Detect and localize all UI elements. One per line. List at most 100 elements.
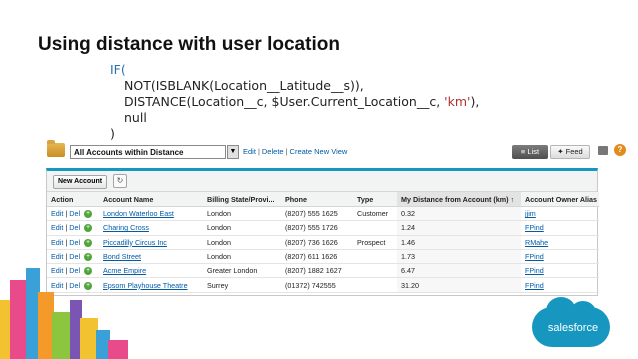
cell-type bbox=[353, 263, 397, 279]
list-header-bar: New Account ↻ bbox=[47, 171, 597, 192]
formula-line-1: IF( bbox=[110, 62, 126, 77]
add-icon[interactable]: + bbox=[84, 281, 93, 290]
cell-billing-state: Surrey bbox=[203, 277, 281, 293]
cell-account-name: Bond Street bbox=[99, 249, 203, 265]
slide-title: Using distance with user location bbox=[38, 34, 340, 55]
create-view-link[interactable]: Create New View bbox=[290, 147, 348, 156]
cell-account-name: Piccadilly Circus Inc bbox=[99, 235, 203, 250]
account-name-link[interactable]: Charing Cross bbox=[103, 223, 149, 232]
building-shape bbox=[52, 312, 72, 359]
owner-link[interactable]: FPind bbox=[525, 266, 544, 275]
cell-account-name: Acme Empire bbox=[99, 263, 203, 279]
account-name-link[interactable]: Acme Empire bbox=[103, 266, 146, 275]
list-button-label: List bbox=[527, 147, 540, 156]
owner-link[interactable]: jjim bbox=[525, 209, 536, 218]
view-select[interactable]: All Accounts within Distance bbox=[70, 145, 226, 159]
add-icon[interactable]: + bbox=[84, 224, 93, 233]
formula-line-4: null bbox=[124, 110, 147, 125]
delete-link[interactable]: Del bbox=[69, 238, 80, 247]
chevron-down-icon[interactable]: ▼ bbox=[227, 145, 239, 159]
column-header-type[interactable]: Type bbox=[353, 192, 397, 207]
cell-phone: (01372) 742555 bbox=[281, 277, 353, 293]
account-name-link[interactable]: Piccadilly Circus Inc bbox=[103, 238, 167, 247]
delete-link[interactable]: Del bbox=[69, 223, 80, 232]
owner-link[interactable]: FPind bbox=[525, 223, 544, 232]
accounts-table: Action Account Name Billing State/Provi.… bbox=[47, 192, 599, 293]
feed-button-label: Feed bbox=[565, 147, 583, 156]
edit-link[interactable]: Edit bbox=[51, 281, 63, 290]
row-actions: Edit | Del + bbox=[47, 220, 99, 236]
row-actions: Edit | Del + bbox=[47, 263, 99, 279]
cell-billing-state: London bbox=[203, 235, 281, 250]
edit-view-link[interactable]: Edit bbox=[243, 147, 256, 156]
add-icon[interactable]: + bbox=[84, 267, 93, 276]
feed-button[interactable]: ✦ Feed bbox=[550, 145, 590, 159]
delete-link[interactable]: Del bbox=[69, 281, 80, 290]
cell-phone: (8207) 736 1626 bbox=[281, 235, 353, 250]
table-row: Edit | Del + Charing Cross London (8207)… bbox=[47, 220, 599, 236]
delete-link[interactable]: Del bbox=[69, 209, 80, 218]
cell-phone: (8207) 1882 1627 bbox=[281, 263, 353, 279]
cell-account-name: Epsom Playhouse Theatre bbox=[99, 277, 203, 293]
formula-line-2: NOT(ISBLANK(Location__Latitude__s)), bbox=[124, 78, 364, 93]
view-links: Edit | Delete | Create New View bbox=[243, 147, 348, 156]
owner-link[interactable]: FPind bbox=[525, 252, 544, 261]
help-icon[interactable]: ? bbox=[614, 144, 626, 156]
add-icon[interactable]: + bbox=[84, 238, 93, 247]
cell-type: Customer bbox=[353, 206, 397, 222]
edit-link[interactable]: Edit bbox=[51, 252, 63, 261]
printer-icon[interactable] bbox=[598, 146, 608, 155]
cell-phone: (8207) 555 1726 bbox=[281, 220, 353, 236]
cell-distance: 1.24 bbox=[397, 220, 521, 236]
edit-link[interactable]: Edit bbox=[51, 266, 63, 275]
column-header-phone[interactable]: Phone bbox=[281, 192, 353, 207]
column-header-account-name[interactable]: Account Name bbox=[99, 192, 203, 207]
account-name-link[interactable]: Epsom Playhouse Theatre bbox=[103, 281, 188, 290]
table-row: Edit | Del + Bond Street London (8207) 6… bbox=[47, 249, 599, 265]
cell-type: Prospect bbox=[353, 235, 397, 250]
table-row: Edit | Del + Piccadilly Circus Inc Londo… bbox=[47, 235, 599, 250]
edit-link[interactable]: Edit bbox=[51, 223, 63, 232]
cell-owner: FPind bbox=[521, 220, 599, 236]
add-icon[interactable]: + bbox=[84, 210, 93, 219]
cell-owner: FPind bbox=[521, 249, 599, 265]
account-name-link[interactable]: London Waterloo East bbox=[103, 209, 174, 218]
formula-code: IF( NOT(ISBLANK(Location__Latitude__s)),… bbox=[110, 62, 479, 142]
table-row: Edit | Del + London Waterloo East London… bbox=[47, 206, 599, 222]
owner-link[interactable]: FPind bbox=[525, 281, 544, 290]
column-header-distance[interactable]: My Distance from Account (km) ↑ bbox=[397, 192, 521, 207]
add-icon[interactable]: + bbox=[84, 253, 93, 262]
account-name-link[interactable]: Bond Street bbox=[103, 252, 141, 261]
cell-account-name: London Waterloo East bbox=[99, 206, 203, 222]
cell-distance: 1.46 bbox=[397, 235, 521, 250]
salesforce-list-view: All Accounts within Distance ▼ Edit | Dele… bbox=[40, 138, 626, 296]
cell-owner: RMahe bbox=[521, 235, 599, 250]
cell-distance: 6.47 bbox=[397, 263, 521, 279]
delete-view-link[interactable]: Delete bbox=[262, 147, 284, 156]
edit-link[interactable]: Edit bbox=[51, 238, 63, 247]
column-header-owner-alias[interactable]: Account Owner Alias bbox=[521, 192, 599, 207]
cell-owner: jjim bbox=[521, 206, 599, 222]
cell-owner: FPind bbox=[521, 263, 599, 279]
cell-distance: 0.32 bbox=[397, 206, 521, 222]
table-header-row: Action Account Name Billing State/Provi.… bbox=[47, 192, 599, 207]
list-button[interactable]: ≡ List bbox=[512, 145, 548, 159]
cell-type bbox=[353, 220, 397, 236]
folder-icon bbox=[47, 140, 65, 157]
new-account-button[interactable]: New Account bbox=[53, 175, 108, 189]
delete-link[interactable]: Del bbox=[69, 252, 80, 261]
owner-link[interactable]: RMahe bbox=[525, 238, 548, 247]
delete-link[interactable]: Del bbox=[69, 266, 80, 275]
cell-billing-state: London bbox=[203, 206, 281, 222]
column-header-billing-state[interactable]: Billing State/Provi... bbox=[203, 192, 281, 207]
row-actions: Edit | Del + bbox=[47, 206, 99, 222]
row-actions: Edit | Del + bbox=[47, 235, 99, 250]
formula-line-3-pre: DISTANCE(Location__c, $User.Current_Loca… bbox=[124, 94, 445, 109]
refresh-icon[interactable]: ↻ bbox=[113, 174, 127, 188]
edit-link[interactable]: Edit bbox=[51, 209, 63, 218]
cell-type bbox=[353, 249, 397, 265]
table-row: Edit | Del + Acme Empire Greater London … bbox=[47, 263, 599, 279]
cell-phone: (8207) 555 1625 bbox=[281, 206, 353, 222]
list-view-toolbar: All Accounts within Distance ▼ Edit | Dele… bbox=[40, 138, 626, 164]
accounts-list: New Account ↻ Action Account Name Billin… bbox=[46, 168, 599, 296]
